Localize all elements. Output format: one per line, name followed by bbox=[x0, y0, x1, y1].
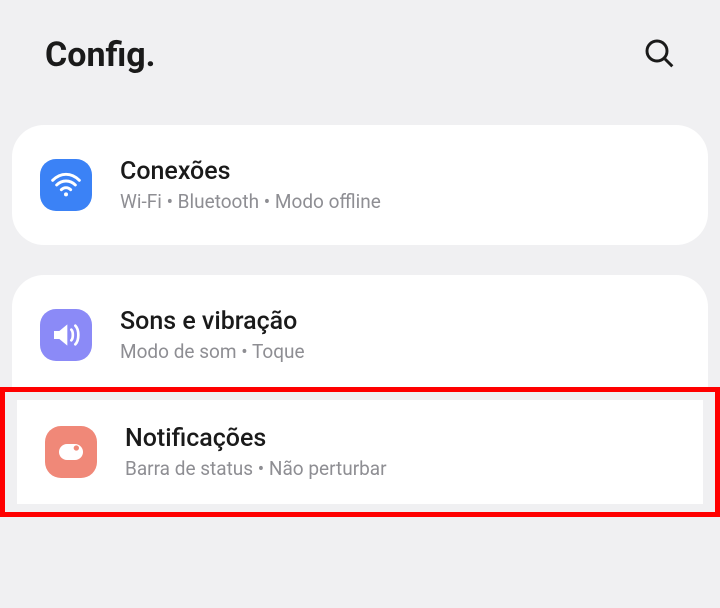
item-subtitle: Wi-Fi • Bluetooth • Modo offline bbox=[120, 190, 381, 213]
settings-item-notifications[interactable]: Notificações Barra de status • Não pertu… bbox=[17, 400, 703, 504]
notifications-icon bbox=[45, 426, 97, 478]
page-title: Config. bbox=[45, 35, 156, 75]
item-content: Notificações Barra de status • Não pertu… bbox=[125, 424, 387, 480]
item-title: Sons e vibração bbox=[120, 307, 305, 336]
card-connections: Conexões Wi-Fi • Bluetooth • Modo offlin… bbox=[12, 125, 708, 245]
item-title: Notificações bbox=[125, 424, 387, 453]
wifi-icon bbox=[40, 159, 92, 211]
item-subtitle: Modo de som • Toque bbox=[120, 340, 305, 363]
item-content: Sons e vibração Modo de som • Toque bbox=[120, 307, 305, 363]
settings-item-connections[interactable]: Conexões Wi-Fi • Bluetooth • Modo offlin… bbox=[12, 133, 708, 237]
card-sounds-notifications: Sons e vibração Modo de som • Toque bbox=[12, 275, 708, 387]
highlighted-section: Notificações Barra de status • Não pertu… bbox=[0, 387, 720, 517]
item-subtitle: Barra de status • Não perturbar bbox=[125, 457, 387, 480]
sound-icon bbox=[40, 309, 92, 361]
search-button[interactable] bbox=[643, 37, 675, 73]
search-icon bbox=[643, 37, 675, 69]
header: Config. bbox=[0, 0, 720, 125]
settings-item-sounds[interactable]: Sons e vibração Modo de som • Toque bbox=[12, 283, 708, 387]
item-content: Conexões Wi-Fi • Bluetooth • Modo offlin… bbox=[120, 157, 381, 213]
item-title: Conexões bbox=[120, 157, 381, 186]
